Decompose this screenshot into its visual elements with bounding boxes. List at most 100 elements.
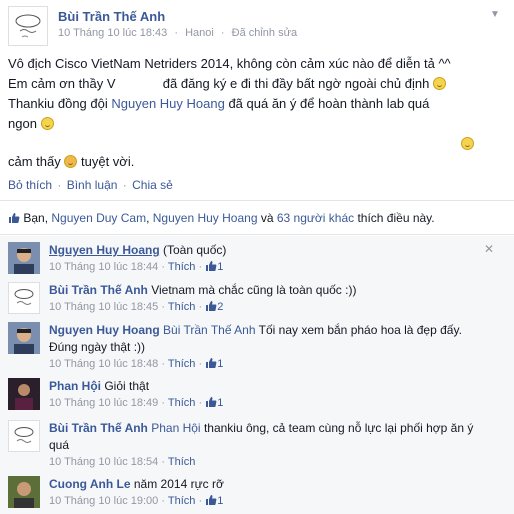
- feeling-prefix: cảm thấy: [8, 154, 61, 169]
- separator: ·: [198, 358, 203, 370]
- comment-item: Bùi Trần Thế Anh Vietnam mà chắc cũng là…: [8, 282, 498, 318]
- comment-body: Cuong Anh Le năm 2014 rực rỡ 10 Tháng 10…: [49, 476, 489, 509]
- separator: ·: [161, 456, 166, 468]
- post-line: ngon: [8, 114, 494, 134]
- like-comment-button[interactable]: Thích: [168, 301, 196, 313]
- comments-section: ✕ Nguyen Huy Hoang (Toàn quốc) 10 Tháng …: [0, 236, 514, 514]
- comment-text: Giỏi thật: [101, 379, 150, 393]
- comment-text: năm 2014 rực rỡ: [130, 477, 224, 491]
- separator: ·: [122, 178, 127, 192]
- like-comment-button[interactable]: Thích: [168, 397, 196, 409]
- author-avatar[interactable]: [8, 6, 48, 46]
- separator: ·: [198, 495, 203, 507]
- comment-text: (Toàn quốc): [159, 243, 227, 257]
- comment-time[interactable]: 10 Tháng 10 lúc 18:54: [49, 456, 158, 468]
- comment-author[interactable]: Bùi Trần Thế Anh: [49, 421, 148, 435]
- thumbs-up-icon: [206, 397, 217, 407]
- comment-item: Nguyen Huy Hoang Bùi Trần Thế Anh Tối na…: [8, 322, 498, 374]
- post-meta: 10 Tháng 10 lúc 18:43 · Hanoi · Đã chỉnh…: [58, 27, 301, 39]
- avatar[interactable]: [8, 322, 40, 354]
- likes-and: và: [257, 211, 277, 225]
- likes-prefix: Bạn,: [23, 211, 52, 225]
- comment-body: Nguyen Huy Hoang (Toàn quốc) 10 Tháng 10…: [49, 242, 489, 275]
- avatar[interactable]: [8, 282, 40, 314]
- comment-meta: 10 Tháng 10 lúc 18:48 · Thích · 1: [49, 356, 489, 372]
- action-bar: Bỏ thích · Bình luận · Chia sẻ: [8, 178, 173, 192]
- thumbs-up-icon: [206, 261, 217, 271]
- post-text: đã quá ăn ý để hoàn thành lab quá: [224, 96, 430, 111]
- post-line: Thankiu đồng đội Nguyen Huy Hoang đã quá…: [8, 94, 494, 114]
- likes-summary: Bạn, Nguyen Duy Cam, Nguyen Huy Hoang và…: [8, 208, 508, 228]
- post-line: [8, 134, 494, 152]
- comment-like-count[interactable]: 1: [217, 495, 223, 507]
- comment-time[interactable]: 10 Tháng 10 lúc 18:48: [49, 358, 158, 370]
- comment-like-count[interactable]: 1: [217, 358, 223, 370]
- post-text: Thankiu đồng đội: [8, 96, 112, 111]
- comment-item: Cuong Anh Le năm 2014 rực rỡ 10 Tháng 10…: [8, 476, 498, 512]
- separator: ·: [198, 397, 203, 409]
- thumbs-up-icon: [9, 213, 20, 223]
- comment-like-count[interactable]: 2: [217, 301, 223, 313]
- like-comment-button[interactable]: Thích: [168, 358, 196, 370]
- separator: ·: [161, 261, 166, 273]
- post-location[interactable]: Hanoi: [185, 27, 214, 39]
- comment-body: Bùi Trần Thế Anh Phan Hội thankiu ông, c…: [49, 420, 489, 470]
- comment-time[interactable]: 10 Tháng 10 lúc 18:44: [49, 261, 158, 273]
- comment-time[interactable]: 10 Tháng 10 lúc 19:00: [49, 495, 158, 507]
- separator: ·: [198, 261, 203, 273]
- comment-time[interactable]: 10 Tháng 10 lúc 18:45: [49, 301, 158, 313]
- comment-meta: 10 Tháng 10 lúc 18:44 · Thích · 1: [49, 259, 489, 275]
- liker-link[interactable]: Nguyen Duy Cam: [51, 211, 146, 225]
- comment-time[interactable]: 10 Tháng 10 lúc 18:49: [49, 397, 158, 409]
- unlike-button[interactable]: Bỏ thích: [8, 178, 52, 192]
- separator: ·: [174, 27, 179, 39]
- avatar[interactable]: [8, 420, 40, 452]
- post-author[interactable]: Bùi Trần Thế Anh: [58, 9, 165, 24]
- comment-text: Vietnam mà chắc cũng là toàn quốc :)): [147, 283, 357, 297]
- comment-like-count[interactable]: 1: [217, 397, 223, 409]
- liker-link[interactable]: Nguyen Huy Hoang: [153, 211, 258, 225]
- comment-author[interactable]: Phan Hội: [49, 379, 101, 393]
- post-body: Vô địch Cisco VietNam Netriders 2014, kh…: [8, 54, 494, 172]
- avatar[interactable]: [8, 476, 40, 508]
- comment-item: Nguyen Huy Hoang (Toàn quốc) 10 Tháng 10…: [8, 242, 498, 282]
- tagged-user[interactable]: Bùi Trần Thế Anh: [163, 323, 256, 337]
- share-button[interactable]: Chia sẻ: [132, 178, 173, 192]
- comment-button[interactable]: Bình luận: [67, 178, 118, 192]
- separator: ·: [161, 397, 166, 409]
- thumbs-up-icon: [206, 495, 217, 505]
- others-link[interactable]: 63 người khác: [277, 211, 354, 225]
- separator: ·: [220, 27, 225, 39]
- separator: ·: [161, 301, 166, 313]
- smile-emoji-icon: [40, 117, 54, 130]
- comment-item: Bùi Trần Thế Anh Phan Hội thankiu ông, c…: [8, 420, 498, 472]
- like-comment-button[interactable]: Thích: [168, 456, 196, 468]
- thumbs-up-icon: [206, 301, 217, 311]
- comment-author[interactable]: Nguyen Huy Hoang: [49, 243, 160, 257]
- tagged-user[interactable]: Phan Hội: [151, 421, 200, 435]
- post-line: Vô địch Cisco VietNam Netriders 2014, kh…: [8, 56, 451, 71]
- edited-label[interactable]: Đã chỉnh sửa: [232, 27, 297, 39]
- post-time[interactable]: 10 Tháng 10 lúc 18:43: [58, 27, 167, 39]
- comment-author[interactable]: Nguyen Huy Hoang: [49, 323, 160, 337]
- comment-author[interactable]: Bùi Trần Thế Anh: [49, 283, 148, 297]
- like-comment-button[interactable]: Thích: [168, 261, 196, 273]
- avatar[interactable]: [8, 242, 40, 274]
- comment-like-count[interactable]: 1: [217, 261, 223, 273]
- like-comment-button[interactable]: Thích: [168, 495, 196, 507]
- comment-body: Phan Hội Giỏi thật 10 Tháng 10 lúc 18:49…: [49, 378, 489, 411]
- comment-item: Phan Hội Giỏi thật 10 Tháng 10 lúc 18:49…: [8, 378, 498, 414]
- post-text: đã đăng ký e đi thi đầy bất ngờ ngoài ch…: [162, 76, 430, 91]
- tagged-user[interactable]: Nguyen Huy Hoang: [111, 96, 224, 111]
- comment-author[interactable]: Cuong Anh Le: [49, 477, 131, 491]
- post-header: Bùi Trần Thế Anh 10 Tháng 10 lúc 18:43 ·…: [8, 6, 506, 46]
- chevron-down-icon[interactable]: ▼: [488, 8, 502, 22]
- comment-meta: 10 Tháng 10 lúc 19:00 · Thích · 1: [49, 493, 489, 509]
- comment-meta: 10 Tháng 10 lúc 18:45 · Thích · 2: [49, 299, 489, 315]
- separator: ·: [161, 495, 166, 507]
- blurred-name: [119, 78, 159, 88]
- separator: ,: [146, 211, 153, 225]
- smile-emoji-icon: [432, 77, 446, 90]
- comment-meta: 10 Tháng 10 lúc 18:54 · Thích: [49, 454, 489, 470]
- avatar[interactable]: [8, 378, 40, 410]
